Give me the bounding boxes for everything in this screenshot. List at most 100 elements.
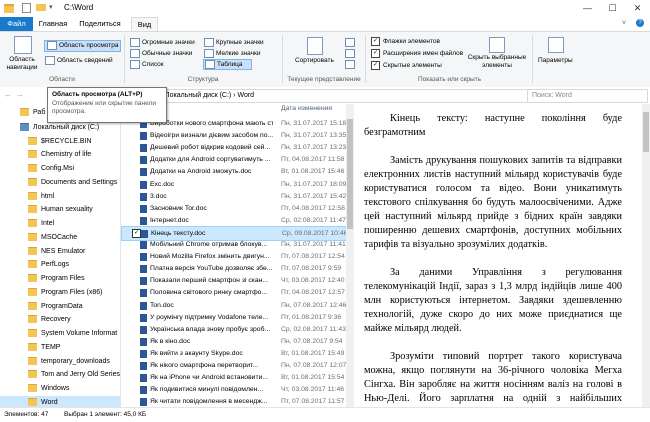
sidebar-item[interactable]: MSOCache <box>28 231 77 244</box>
navigation-pane-button[interactable]: Область навигации <box>4 56 40 72</box>
table-row[interactable]: Половина світового ринку смартфо... Пт, 0… <box>121 286 346 299</box>
word-document-icon <box>140 241 147 249</box>
minimize-button[interactable]: — <box>575 0 600 17</box>
file-date: Пн, 31.07.2017 15:42 <box>281 192 346 200</box>
sort-icon[interactable] <box>307 37 323 55</box>
table-row[interactable]: Платна версія YouTube дозволяє збе... Пт,… <box>121 262 346 275</box>
sidebar-item-label: System Volume Informat <box>41 330 118 337</box>
item-checkboxes-toggle[interactable]: ✓ Флажки элементов <box>371 37 440 46</box>
options-icon[interactable] <box>548 37 564 53</box>
sidebar-item[interactable]: System Volume Informat <box>28 327 117 340</box>
table-row[interactable]: Інтернет.doc Ср, 02.08.2017 11:47 <box>121 214 346 227</box>
sidebar-item[interactable]: Word <box>0 395 120 407</box>
table-row[interactable]: Ton.doc Пн, 07.08.2017 12:46 <box>121 299 346 312</box>
sidebar-item[interactable]: TEMP <box>28 341 60 354</box>
sidebar-item[interactable]: temporary_downloads <box>28 355 110 368</box>
date-column-header[interactable]: Дата изменения <box>281 105 332 112</box>
new-folder-icon[interactable] <box>36 4 46 11</box>
scrollbar-thumb[interactable] <box>347 119 353 229</box>
expand-ribbon-icon[interactable]: ˅ <box>622 20 626 27</box>
sidebar-item[interactable]: Recovery <box>28 313 71 326</box>
preview-scrollbar[interactable] <box>642 104 650 407</box>
large-icons-icon <box>204 38 214 47</box>
add-columns-button[interactable] <box>345 49 357 58</box>
sidebar-item[interactable]: Intel <box>28 217 54 230</box>
sidebar-item[interactable]: PerfLogs <box>28 258 69 271</box>
preview-paragraph: За даними Управління з регулювання телек… <box>364 267 622 334</box>
tab-file[interactable]: Файл <box>0 17 33 31</box>
file-date: Пн, 07.08.2017 12:46 <box>281 301 346 309</box>
table-row[interactable]: Як в кіно.doc Пн, 07.08.2017 9:54 <box>121 335 346 348</box>
word-document-icon <box>141 229 148 238</box>
hidden-items-toggle[interactable]: ✓ Скрытые элементы <box>371 61 442 70</box>
table-row[interactable]: Додатки для Android сортуватимуть ... Пт,… <box>121 153 346 166</box>
table-row[interactable]: Як на iPhone чи Android встановити... Вт,… <box>121 371 346 384</box>
table-row[interactable]: Як нікого смартфона перетворит... Пн, 07.… <box>121 359 346 372</box>
sidebar-item[interactable]: Tom and Jerry Old Series <box>28 368 120 381</box>
file-list-scrollbar[interactable] <box>346 104 354 407</box>
sort-button[interactable]: Сортировать <box>295 57 334 64</box>
table-row[interactable]: Як подивитися минулі повідомлен... Чт, 03… <box>121 383 346 396</box>
preview-pane-button[interactable]: Область просмотра <box>44 40 122 52</box>
sidebar-item[interactable]: Windows <box>28 382 69 395</box>
sidebar-item[interactable]: Config.Msi <box>28 162 74 175</box>
sidebar-item[interactable]: NES Emulator <box>28 245 85 258</box>
table-row[interactable]: Показали перший смартфон зі скан... Чт, 0… <box>121 274 346 287</box>
group-by-button[interactable] <box>345 38 357 47</box>
file-name: Українська влада знову пробує зроб... <box>150 325 271 333</box>
tab-view[interactable]: Вид <box>131 17 158 32</box>
list-option[interactable]: Список <box>130 60 164 69</box>
quick-access-dropdown-icon[interactable]: ▾ <box>49 3 59 13</box>
sidebar-item[interactable]: html <box>28 190 54 203</box>
hide-selected-button[interactable]: Скрыть выбранные элементы <box>466 54 528 70</box>
navigation-pane-icon[interactable] <box>14 36 32 54</box>
scrollbar-thumb[interactable] <box>643 112 649 152</box>
table-row[interactable]: Українська влада знову пробує зроб... Ср,… <box>121 323 346 336</box>
tab-share[interactable]: Поделиться <box>73 17 127 31</box>
sidebar-item[interactable]: $RECYCLE.BIN <box>28 135 92 148</box>
normal-icons-option[interactable]: Обычные значки <box>130 49 192 58</box>
row-checkbox[interactable]: ✓ <box>132 228 141 238</box>
file-name: У роумінгу підтримку Vodafone теле... <box>150 313 269 321</box>
sidebar-item[interactable]: Human sexuality <box>28 203 93 216</box>
sidebar-item[interactable]: Documents and Settings <box>28 176 117 189</box>
details-pane-button[interactable]: Область сведений <box>45 56 113 65</box>
table-row[interactable]: У роумінгу підтримку Vodafone теле... Пт,… <box>121 311 346 324</box>
preview-paragraph: Зрозуміти типовий портрет такого користу… <box>364 351 622 404</box>
sidebar-item[interactable]: Program Files (x86) <box>28 286 102 299</box>
size-columns-button[interactable] <box>345 60 357 69</box>
options-button[interactable]: Параметры <box>538 57 573 64</box>
small-icons-option[interactable]: Мелкие значки <box>204 49 260 58</box>
table-row[interactable]: 3.doc Пн, 31.07.2017 15:42 <box>121 190 346 203</box>
table-row[interactable]: Додатки на Android зможуть.doc Вт, 01.08.… <box>121 165 346 178</box>
table-row[interactable]: Відеоігри визнали дієвим засобом по... Пн… <box>121 129 346 142</box>
back-arrow-icon[interactable]: ← <box>4 90 12 99</box>
large-icons-label: Крупные значки <box>216 39 264 47</box>
table-row[interactable]: Мобільний Chrome отримав блокув... Пн, 31… <box>121 238 346 251</box>
huge-icons-option[interactable]: Огромные значки <box>130 38 195 47</box>
sidebar-item[interactable]: Program Files <box>28 272 85 285</box>
table-row[interactable]: Засновник Tor.doc Пт, 04.08.2017 12:58 <box>121 202 346 215</box>
close-button[interactable]: ✕ <box>625 0 650 17</box>
table-row[interactable]: Як читати повідомлення в месендж... Пт, 0… <box>121 395 346 407</box>
maximize-button[interactable]: ☐ <box>600 0 625 17</box>
table-row[interactable]: Exc.doc Пн, 31.07.2017 18:09 <box>121 178 346 191</box>
file-extensions-toggle[interactable]: ✓ Расширения имен файлов <box>371 49 463 58</box>
sidebar-item-label: Config.Msi <box>41 165 75 172</box>
table-option[interactable]: Таблица <box>203 59 252 70</box>
sidebar-item-label: Chemistry of life <box>41 151 92 159</box>
hide-selected-icon[interactable] <box>489 37 505 53</box>
table-row[interactable]: Дешевий робот відкрив кодовий сей... Пн, … <box>121 141 346 154</box>
table-row[interactable]: Новий Mozilla Firefox змінить двигун... П… <box>121 250 346 263</box>
sidebar-item[interactable]: Chemistry of life <box>28 148 91 161</box>
forward-arrow-icon[interactable]: → <box>16 90 24 99</box>
help-icon[interactable]: ? <box>636 19 644 27</box>
large-icons-option[interactable]: Крупные значки <box>204 38 264 47</box>
table-row[interactable]: Як вийти з акаунту Skype.doc Вт, 01.08.20… <box>121 347 346 360</box>
file-name: Як подивитися минулі повідомлен... <box>150 386 264 394</box>
tab-home[interactable]: Главная <box>33 17 73 31</box>
search-input[interactable]: Поиск: Word <box>527 89 648 103</box>
properties-icon[interactable] <box>22 3 31 13</box>
sidebar-item[interactable]: Раб <box>20 106 45 119</box>
sidebar-item[interactable]: ProgramData <box>28 300 83 313</box>
